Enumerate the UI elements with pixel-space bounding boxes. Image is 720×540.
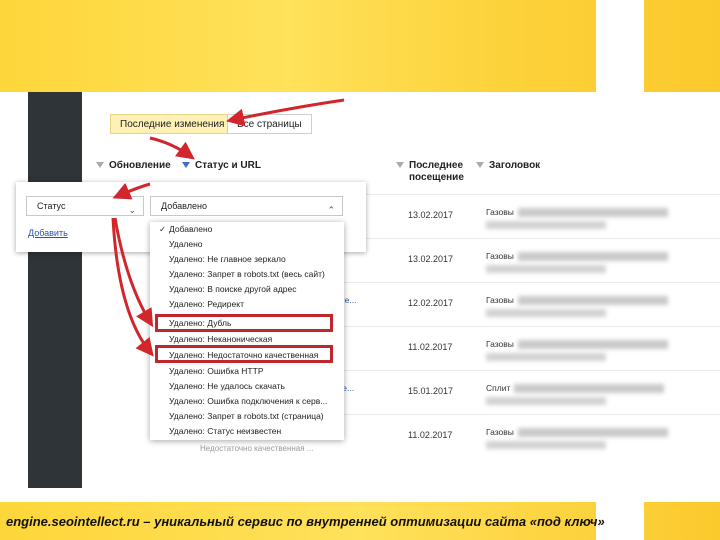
- row-date: 11.02.2017: [408, 342, 453, 352]
- row-title: Газовы: [486, 207, 706, 229]
- dropdown-option[interactable]: Удалено: Неканоническая: [169, 332, 272, 346]
- blurred-text: [517, 428, 668, 438]
- bottom-yellow-band: engine.seointellect.ru – уникальный серв…: [0, 502, 720, 540]
- row-title-text: Газовы: [486, 207, 514, 217]
- column-title-label: Заголовок: [489, 160, 541, 171]
- option-label: Удалено: Ошибка подключения к серв...: [169, 396, 328, 406]
- blurred-text: [517, 208, 668, 218]
- filter-icon[interactable]: [96, 162, 104, 169]
- row-date: 13.02.2017: [408, 254, 454, 264]
- dropdown-option[interactable]: Удалено: Ошибка HTTP: [169, 364, 264, 378]
- option-label: Удалено: Статус неизвестен: [169, 426, 282, 436]
- column-last-visit-label-1: Последнее: [409, 160, 464, 171]
- option-label: Удалено: Редирект: [169, 299, 244, 309]
- dropdown-option[interactable]: Удалено: Не удалось скачать: [169, 379, 285, 393]
- option-label: Удалено: Запрет в robots.txt (весь сайт): [169, 269, 325, 279]
- row-status-text: Недостаточно качественная ...: [200, 444, 314, 453]
- filter-status-select[interactable]: Добавлено ⌃: [150, 196, 343, 216]
- caption-text: engine.seointellect.ru – уникальный серв…: [6, 514, 605, 529]
- row-title-text: Газовы: [486, 427, 514, 437]
- tab-all-pages[interactable]: Все страницы: [227, 114, 312, 134]
- dropdown-option[interactable]: Удалено: Редирект: [169, 297, 244, 311]
- row-title: Газовы: [486, 251, 706, 273]
- chevron-up-icon: ⌃: [327, 205, 335, 215]
- option-label: Удалено: Не главное зеркало: [169, 254, 286, 264]
- row-title-text: Газовы: [486, 295, 514, 305]
- blurred-text: [486, 441, 606, 449]
- filter-field-value: Статус: [37, 201, 66, 211]
- dropdown-option[interactable]: Удалено: Ошибка подключения к серв...: [169, 394, 327, 408]
- dropdown-option[interactable]: Удалено: [169, 237, 203, 251]
- blurred-text: [486, 353, 606, 361]
- blurred-text: [486, 309, 606, 317]
- dropdown-option[interactable]: Удалено: Статус неизвестен: [169, 424, 281, 438]
- option-label: Удалено: В поиске другой адрес: [169, 284, 297, 294]
- row-title-text: Сплит: [486, 383, 511, 393]
- chevron-down-icon: ⌄: [128, 205, 136, 215]
- filter-icon[interactable]: [182, 162, 190, 169]
- dropdown-option[interactable]: Удалено: Не главное зеркало: [169, 252, 286, 266]
- option-label: Удалено: [169, 239, 203, 249]
- filter-status-value: Добавлено: [161, 201, 207, 211]
- dropdown-option[interactable]: Удалено: Запрет в robots.txt (весь сайт): [169, 267, 325, 281]
- row-date: 13.02.2017: [408, 210, 454, 220]
- filter-icon[interactable]: [396, 162, 404, 169]
- tab-recent-changes[interactable]: Последние изменения: [110, 114, 235, 134]
- blurred-text: [517, 296, 668, 306]
- add-filter-link[interactable]: Добавить: [28, 228, 68, 238]
- blurred-text: [517, 340, 668, 350]
- blurred-text: [486, 265, 606, 273]
- column-last-visit[interactable]: Последнее посещение: [396, 160, 464, 184]
- dropdown-option[interactable]: Удалено: Запрет в robots.txt (страница): [169, 409, 324, 423]
- dropdown-option[interactable]: Удалено: В поиске другой адрес: [169, 282, 297, 296]
- band-divider: [596, 0, 644, 92]
- blurred-text: [486, 397, 606, 405]
- blurred-text: [517, 252, 668, 262]
- blurred-text: [486, 221, 606, 229]
- highlight-box-duplicate: [155, 314, 333, 332]
- option-label: Удалено: Ошибка HTTP: [169, 366, 264, 376]
- column-update[interactable]: Обновление: [96, 160, 171, 172]
- top-yellow-band: [0, 0, 720, 92]
- row-title: Газовы: [486, 339, 706, 361]
- row-title: Газовы: [486, 295, 706, 317]
- option-label: Удалено: Не удалось скачать: [169, 381, 285, 391]
- row-date: 12.02.2017: [408, 298, 454, 308]
- filter-icon[interactable]: [476, 162, 484, 169]
- column-status-url-label: Статус и URL: [195, 160, 261, 171]
- dropdown-option[interactable]: ✓ Добавлено: [159, 222, 213, 236]
- row-title-text: Газовы: [486, 251, 514, 261]
- option-label: Добавлено: [169, 224, 213, 234]
- row-date: 11.02.2017: [408, 430, 453, 440]
- row-date: 15.01.2017: [408, 386, 454, 396]
- sidebar: [28, 92, 82, 488]
- option-label: Удалено: Неканоническая: [169, 334, 273, 344]
- column-title[interactable]: Заголовок: [476, 160, 540, 172]
- row-title-text: Газовы: [486, 339, 514, 349]
- column-last-visit-label-2: посещение: [409, 172, 464, 183]
- blurred-text: [514, 384, 665, 394]
- column-status-url[interactable]: Статус и URL: [182, 160, 261, 172]
- option-label: Удалено: Запрет в robots.txt (страница): [169, 411, 324, 421]
- highlight-box-low-quality: [155, 345, 333, 363]
- column-update-label: Обновление: [109, 160, 171, 171]
- row-title: Сплит: [486, 383, 706, 405]
- checkmark-icon: ✓: [159, 224, 167, 234]
- row-title: Газовы: [486, 427, 706, 449]
- filter-field-select[interactable]: Статус ⌄: [26, 196, 144, 216]
